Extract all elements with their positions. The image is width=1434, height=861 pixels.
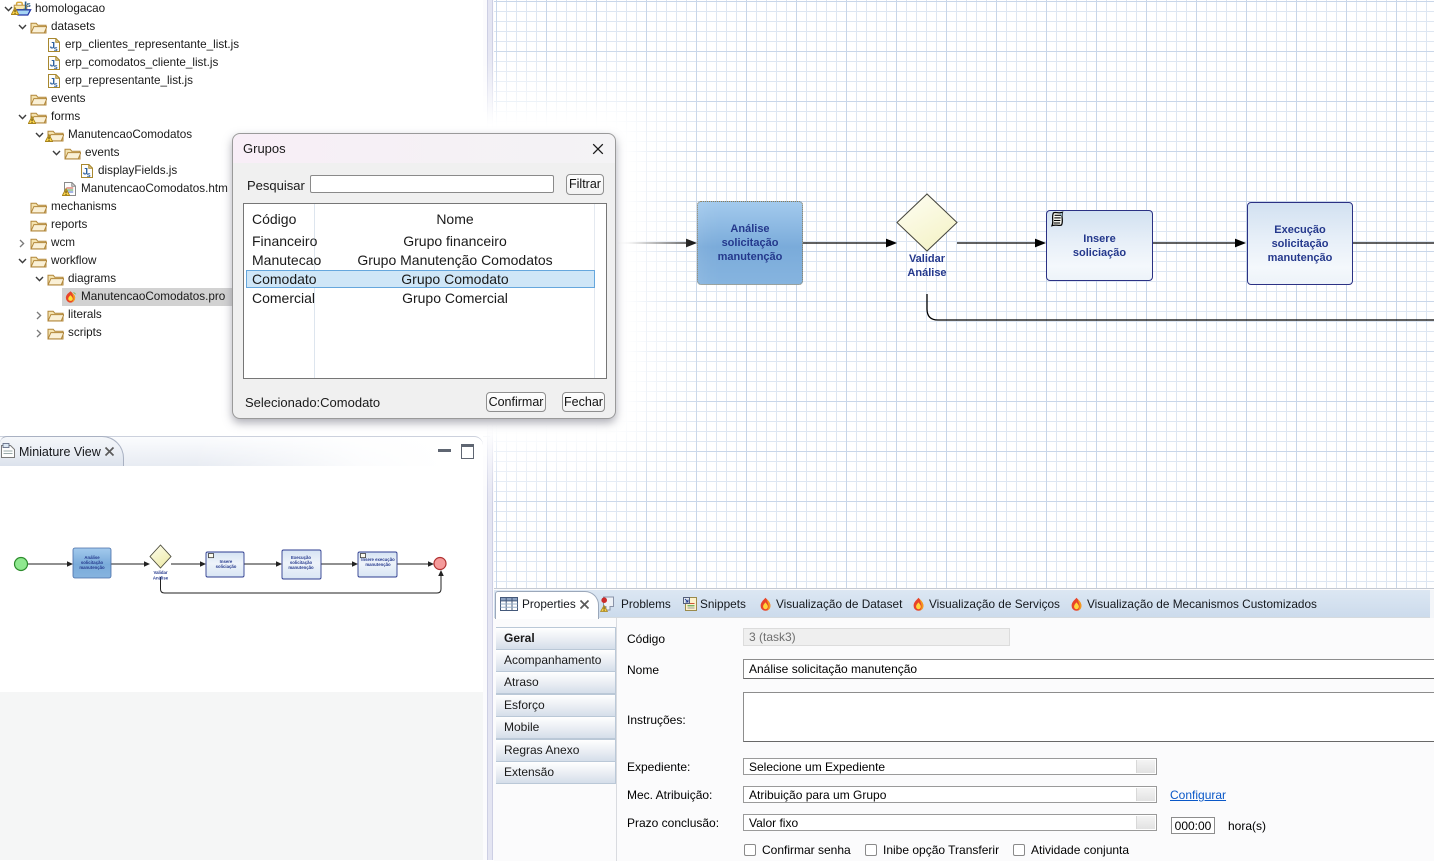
svg-text:Análise: Análise	[153, 576, 169, 581]
svg-text:manutenção: manutenção	[288, 565, 314, 570]
svg-text:soliciação: soliciação	[216, 564, 237, 569]
svg-text:manutenção: manutenção	[365, 562, 391, 567]
svg-text:Validar: Validar	[153, 570, 167, 575]
svg-text:manutenção: manutenção	[79, 565, 105, 570]
